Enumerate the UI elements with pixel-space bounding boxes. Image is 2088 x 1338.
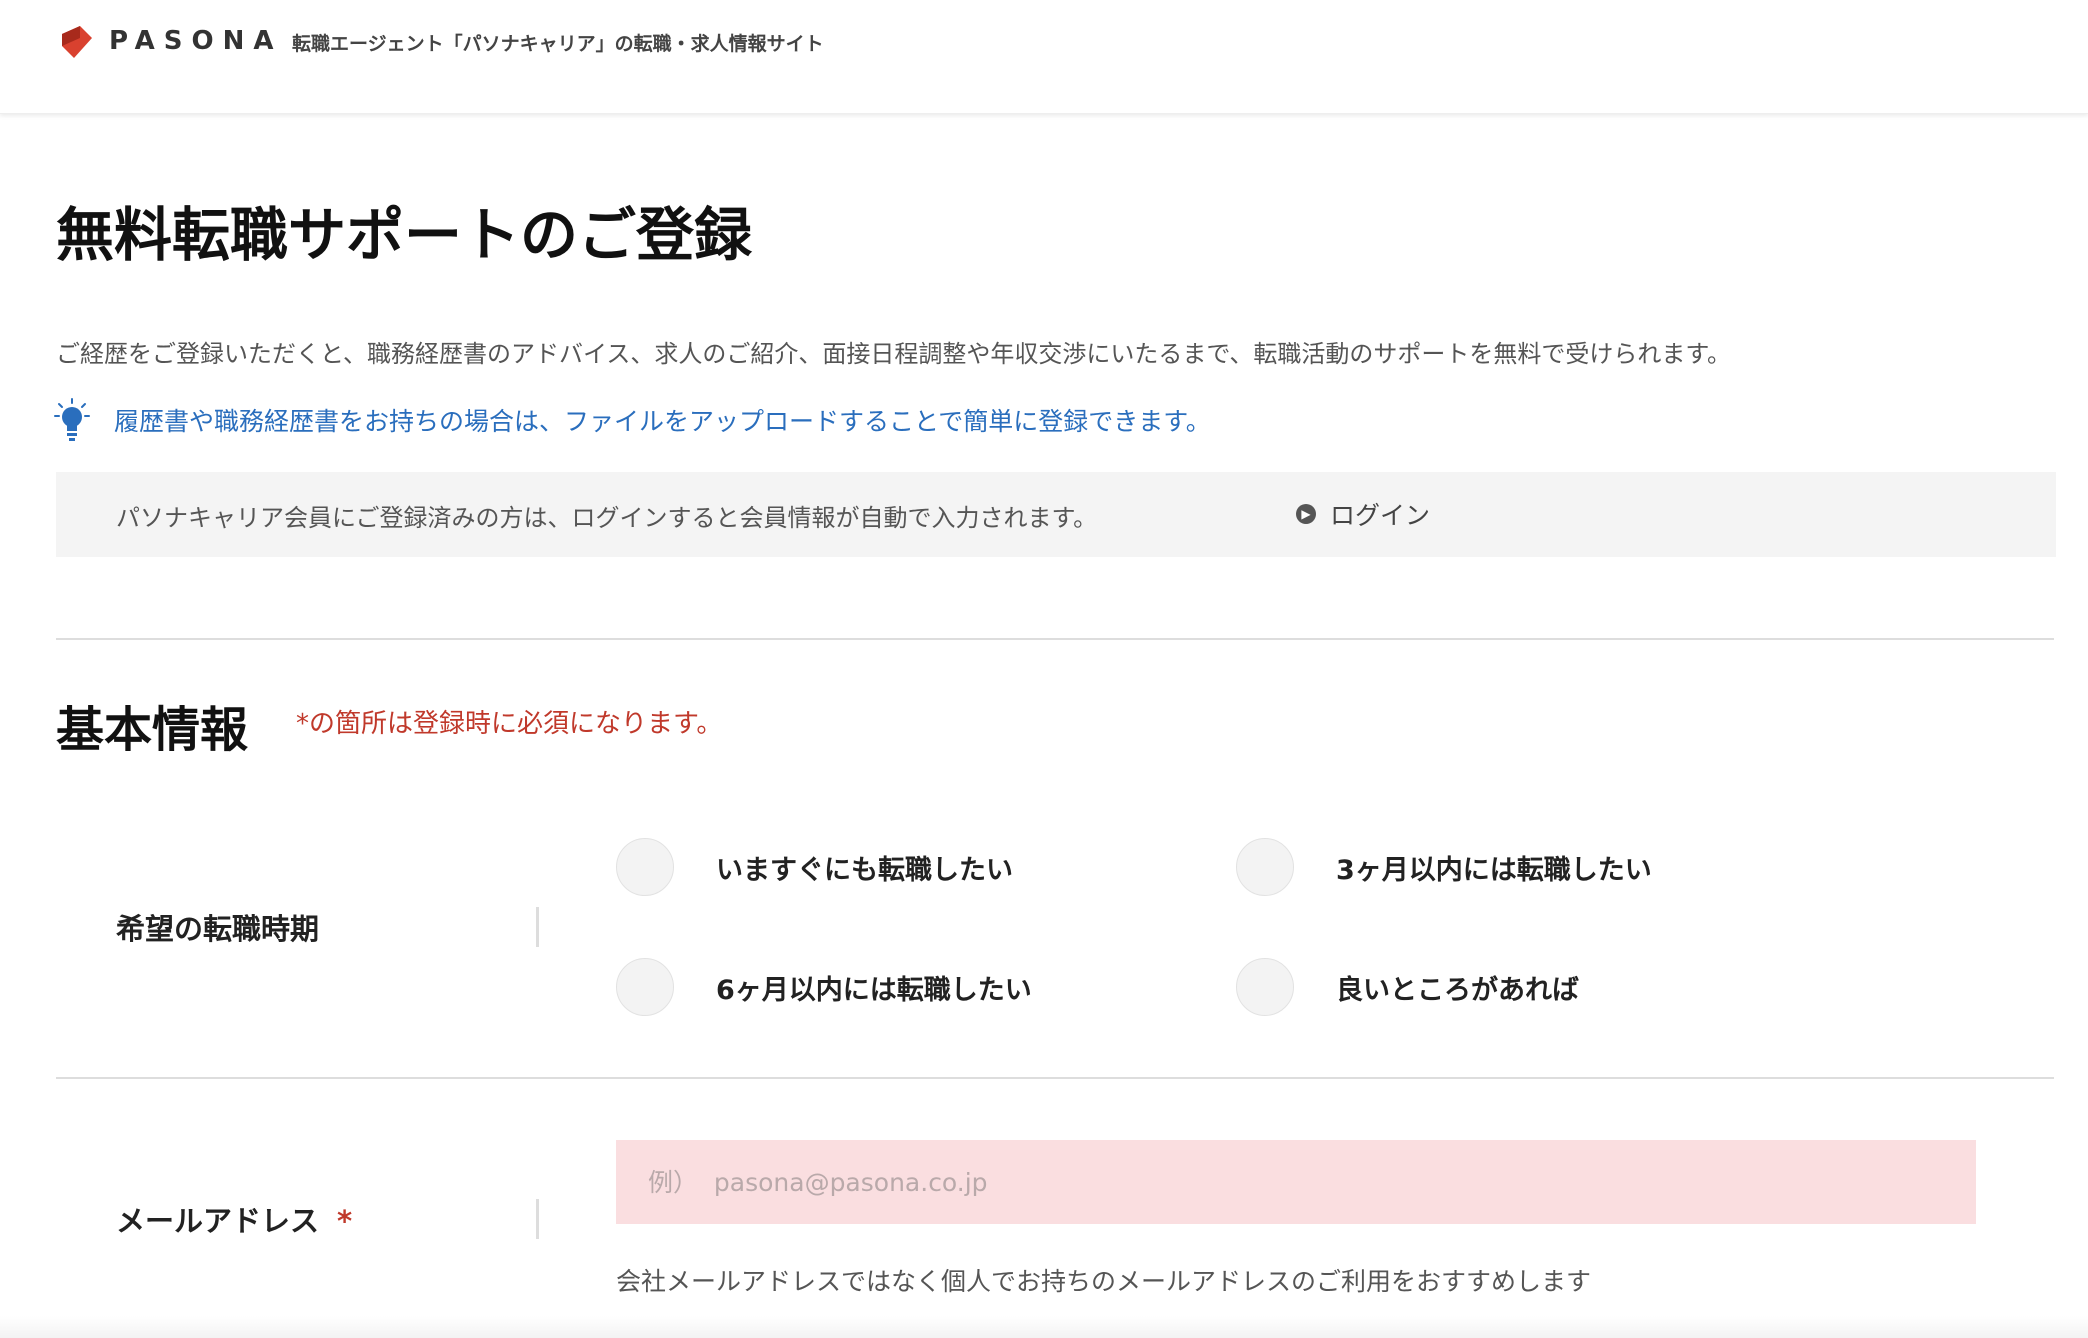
radio-label: いますぐにも転職したい xyxy=(716,854,1013,886)
row-divider xyxy=(56,1077,2054,1079)
radio-button[interactable] xyxy=(1236,838,1294,896)
email-hint: 会社メールアドレスではなく個人でお持ちのメールアドレスのご利用をおすすめします xyxy=(616,1267,1592,1296)
login-link-label: ログイン xyxy=(1330,501,1431,530)
radio-button[interactable] xyxy=(1236,958,1294,1016)
login-notice-text: パソナキャリア会員にご登録済みの方は、ログインすると会員情報が自動で入力されます… xyxy=(116,504,1098,532)
field-label-email: メールアドレス * xyxy=(116,1198,352,1240)
page-title: 無料転職サポートのご登録 xyxy=(56,201,753,269)
radio-option-within-6-months[interactable]: 6ヶ月以内には転職したい xyxy=(616,958,1032,1016)
section-title-basic-info: 基本情報 xyxy=(56,702,249,758)
required-mark: * xyxy=(337,1204,353,1238)
bottom-fade xyxy=(0,1316,2088,1338)
upload-tip: 履歴書や職務経歴書をお持ちの場合は、ファイルをアップロードすることで簡単に登録で… xyxy=(54,396,1211,444)
login-notice-box: パソナキャリア会員にご登録済みの方は、ログインすると会員情報が自動で入力されます… xyxy=(56,472,2056,557)
login-link[interactable]: ▶ ログイン xyxy=(1296,496,1430,532)
required-fields-note: *の箇所は登録時に必須になります。 xyxy=(296,709,723,739)
radio-label: 3ヶ月以内には転職したい xyxy=(1336,854,1652,886)
radio-option-immediately[interactable]: いますぐにも転職したい xyxy=(616,838,1013,896)
chevron-right-icon: ▶ xyxy=(1296,504,1316,524)
email-label-text: メールアドレス xyxy=(116,1204,320,1238)
lightbulb-icon xyxy=(54,398,90,441)
pasona-logo-icon[interactable] xyxy=(58,24,94,60)
radio-label: 6ヶ月以内には転職したい xyxy=(716,974,1032,1006)
site-header: PASONA 転職エージェント「パソナキャリア」の転職・求人情報サイト xyxy=(0,0,2088,114)
field-label-job-change-timing: 希望の転職時期 xyxy=(116,912,320,946)
radio-option-if-good-opportunity[interactable]: 良いところがあれば xyxy=(1236,958,1579,1016)
radio-button[interactable] xyxy=(616,958,674,1016)
intro-text: ご経歴をご登録いただくと、職務経歴書のアドバイス、求人のご紹介、面接日程調整や年… xyxy=(56,340,1731,368)
section-divider xyxy=(56,638,2054,640)
radio-button[interactable] xyxy=(616,838,674,896)
label-separator xyxy=(536,907,539,947)
label-separator xyxy=(536,1199,539,1239)
radio-label: 良いところがあれば xyxy=(1336,974,1579,1006)
upload-file-link[interactable]: 履歴書や職務経歴書をお持ちの場合は、ファイルをアップロードすることで簡単に登録で… xyxy=(114,402,1211,438)
radio-option-within-3-months[interactable]: 3ヶ月以内には転職したい xyxy=(1236,838,1652,896)
email-input[interactable] xyxy=(616,1140,1976,1224)
site-tagline: 転職エージェント「パソナキャリア」の転職・求人情報サイト xyxy=(292,33,824,55)
logo-text[interactable]: PASONA xyxy=(109,26,283,56)
